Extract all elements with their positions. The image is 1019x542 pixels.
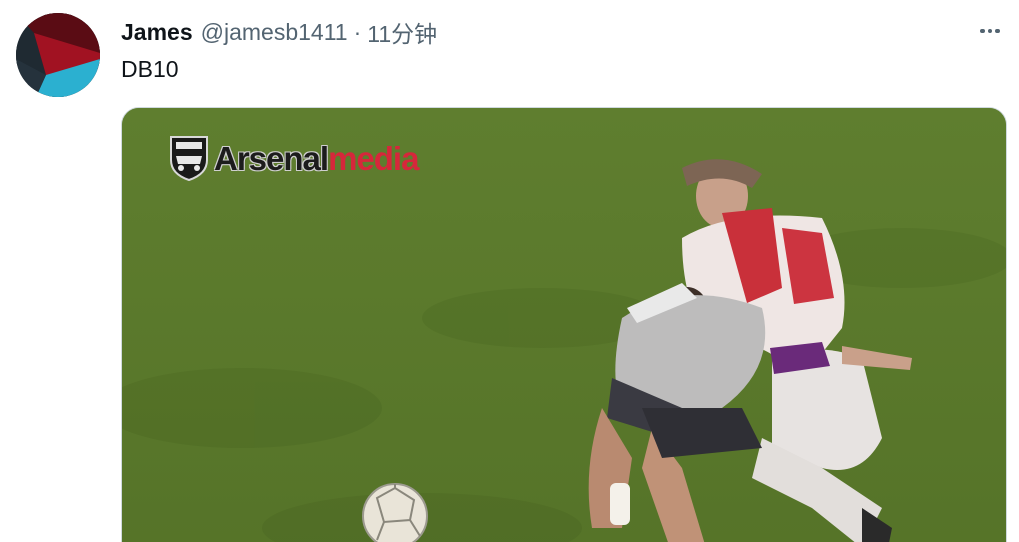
- avatar[interactable]: [16, 13, 100, 97]
- tweet-text: DB10: [121, 56, 179, 82]
- tweet-header: James @jamesb1411 · 11分钟: [121, 16, 437, 48]
- media-image: [122, 108, 1006, 542]
- author-handle[interactable]: @jamesb1411: [201, 19, 348, 46]
- author-name[interactable]: James: [121, 19, 193, 46]
- more-horizontal-icon: [980, 28, 985, 34]
- football: [362, 483, 428, 542]
- separator-dot: ·: [353, 18, 362, 45]
- avatar-image: [16, 13, 100, 97]
- tweet-timestamp[interactable]: 11分钟: [367, 15, 437, 49]
- tweet[interactable]: James @jamesb1411 · 11分钟 DB10 Arsenalmed…: [0, 0, 1019, 542]
- more-options-button[interactable]: [973, 14, 1007, 48]
- tweet-media[interactable]: Arsenalmedia: [121, 107, 1007, 542]
